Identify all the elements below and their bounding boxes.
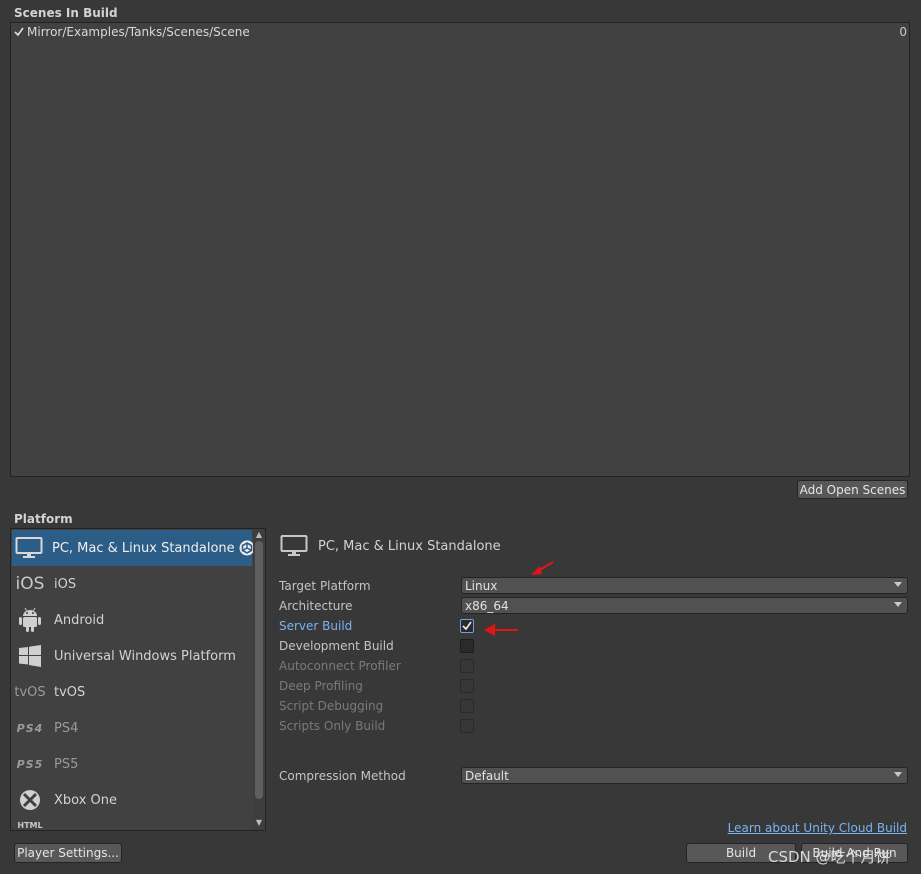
annotation-arrow-icon [531, 561, 554, 575]
target-platform-value: Linux [465, 578, 498, 593]
server-build-checkbox[interactable] [460, 619, 474, 633]
platform-item-ps5[interactable]: PS5 PS5 [12, 746, 252, 782]
scroll-thumb[interactable] [255, 541, 263, 799]
annotation-arrow-icon [484, 624, 518, 636]
settings-header: PC, Mac & Linux Standalone [280, 534, 501, 558]
ps5-icon: PS5 [16, 757, 44, 771]
platform-item-partial[interactable]: HTML [12, 818, 252, 830]
checkmark-icon [13, 27, 24, 37]
development-build-label: Development Build [279, 639, 394, 653]
platform-item-ps4[interactable]: PS4 PS4 [12, 710, 252, 746]
scroll-up-arrow-icon[interactable]: ▲ [255, 531, 263, 539]
monitor-icon [280, 534, 308, 558]
scripts-only-build-label: Scripts Only Build [279, 719, 386, 733]
html5-icon: HTML [17, 821, 43, 830]
platform-item-label: Android [54, 612, 105, 628]
scenes-in-build-title: Scenes In Build [14, 6, 118, 20]
platform-item-label: PS4 [54, 720, 79, 736]
platform-item-xbox-one[interactable]: Xbox One [12, 782, 252, 818]
player-settings-button[interactable]: Player Settings... [14, 843, 122, 863]
target-platform-label: Target Platform [279, 579, 371, 593]
script-debugging-checkbox[interactable] [460, 699, 474, 713]
platform-item-standalone[interactable]: PC, Mac & Linux Standalone [12, 530, 255, 566]
platform-scrollbar[interactable]: ▲ ▼ [253, 529, 265, 830]
learn-cloud-build-link[interactable]: Learn about Unity Cloud Build [728, 821, 907, 835]
script-debugging-label: Script Debugging [279, 699, 384, 713]
tvos-icon: tvOS [14, 684, 46, 700]
dropdown-caret-icon [894, 582, 902, 587]
platform-item-label: PC, Mac & Linux Standalone [52, 540, 235, 556]
ios-icon: iOS [15, 574, 45, 594]
dropdown-caret-icon [894, 602, 902, 607]
platform-title: Platform [14, 512, 73, 526]
architecture-dropdown[interactable]: x86_64 [461, 597, 908, 614]
platform-item-ios[interactable]: iOS iOS [12, 566, 252, 602]
settings-header-title: PC, Mac & Linux Standalone [318, 538, 501, 554]
scroll-down-arrow-icon[interactable]: ▼ [255, 819, 263, 827]
scenes-list[interactable]: Mirror/Examples/Tanks/Scenes/Scene 0 [10, 22, 910, 477]
development-build-checkbox[interactable] [460, 639, 474, 653]
scene-path: Mirror/Examples/Tanks/Scenes/Scene [27, 25, 250, 39]
android-icon [15, 605, 45, 635]
windows-icon [15, 641, 45, 671]
monitor-icon [15, 533, 43, 563]
autoconnect-profiler-checkbox[interactable] [460, 659, 474, 673]
platform-item-label: PS5 [54, 756, 79, 772]
platform-item-android[interactable]: Android [12, 602, 252, 638]
platform-item-label: Xbox One [54, 792, 118, 808]
scripts-only-build-checkbox[interactable] [460, 719, 474, 733]
server-build-label: Server Build [279, 619, 353, 633]
add-open-scenes-button[interactable]: Add Open Scenes [797, 480, 908, 499]
compression-method-value: Default [465, 768, 509, 783]
scene-row[interactable]: Mirror/Examples/Tanks/Scenes/Scene 0 [13, 24, 909, 40]
deep-profiling-checkbox[interactable] [460, 679, 474, 693]
deep-profiling-label: Deep Profiling [279, 679, 363, 693]
architecture-value: x86_64 [465, 598, 509, 613]
ps4-icon: PS4 [16, 721, 44, 735]
scene-index: 0 [899, 25, 907, 39]
platform-item-label: tvOS [54, 684, 86, 700]
compression-method-label: Compression Method [279, 769, 406, 783]
platform-item-tvos[interactable]: tvOS tvOS [12, 674, 252, 710]
scene-checkbox[interactable] [13, 27, 24, 38]
compression-method-dropdown[interactable]: Default [461, 767, 908, 784]
platform-item-label: Universal Windows Platform [54, 648, 236, 664]
checkmark-icon [462, 621, 472, 631]
dropdown-caret-icon [894, 772, 902, 777]
platform-item-label: iOS [54, 576, 77, 592]
xbox-icon [15, 785, 45, 815]
autoconnect-profiler-label: Autoconnect Profiler [279, 659, 401, 673]
watermark: CSDN @吃个月饼 [768, 848, 891, 866]
architecture-label: Architecture [279, 599, 353, 613]
platform-list[interactable]: PC, Mac & Linux Standalone iOS iOS Andro… [10, 528, 266, 831]
platform-item-uwp[interactable]: Universal Windows Platform [12, 638, 252, 674]
